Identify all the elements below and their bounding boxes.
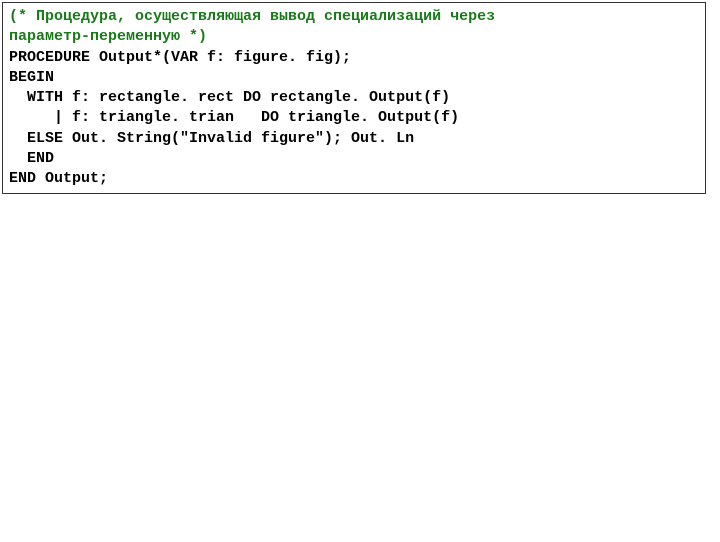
code-line-6: | f: triangle. trian DO triangle. Output… <box>9 108 699 128</box>
code-line-7: ELSE Out. String("Invalid figure"); Out.… <box>9 129 699 149</box>
code-line-9: END Output; <box>9 169 699 189</box>
code-block: (* Процедура, осуществляющая вывод специ… <box>2 2 706 194</box>
comment-line-1: (* Процедура, осуществляющая вывод специ… <box>9 7 699 27</box>
code-line-8: END <box>9 149 699 169</box>
code-line-4: BEGIN <box>9 68 699 88</box>
comment-line-2: параметр-переменную *) <box>9 27 699 47</box>
code-line-3: PROCEDURE Output*(VAR f: figure. fig); <box>9 48 699 68</box>
code-line-5: WITH f: rectangle. rect DO rectangle. Ou… <box>9 88 699 108</box>
